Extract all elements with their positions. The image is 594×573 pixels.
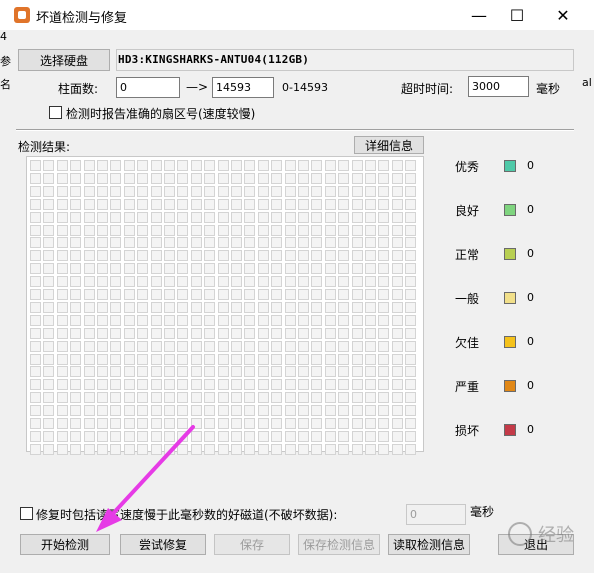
arrow-head [96, 508, 122, 532]
watermark-text: 经验 [538, 525, 574, 546]
watermark: 经验 [508, 521, 574, 547]
annotation-arrow [96, 425, 195, 532]
paw-logo-icon [508, 522, 532, 546]
arrow-shaft [106, 425, 195, 521]
